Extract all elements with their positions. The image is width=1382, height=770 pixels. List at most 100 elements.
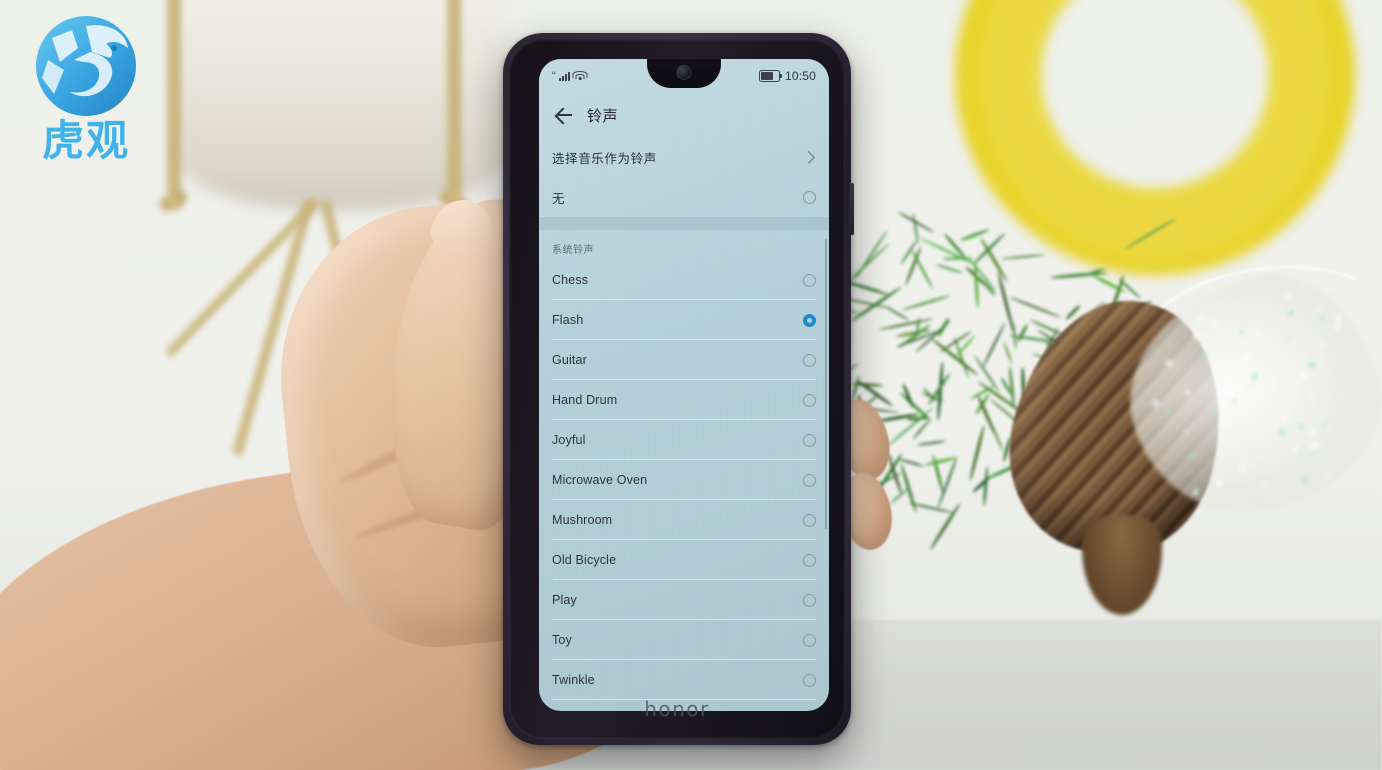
pine-needle xyxy=(1017,325,1028,343)
leaf-sparkle xyxy=(1327,474,1332,479)
leaf-sparkle xyxy=(1299,452,1303,456)
leaf-sparkle xyxy=(1190,453,1196,459)
phone-bezel: “ 10:50 铃声 选择音乐作为铃声 无 系统铃声 Chess Flash G… xyxy=(509,39,845,739)
radio[interactable] xyxy=(803,354,816,367)
power-button[interactable] xyxy=(850,183,854,235)
pine-needle xyxy=(936,264,962,274)
status-quote-glyph: “ xyxy=(552,71,556,82)
ringtone-label: Joyful xyxy=(552,433,803,447)
radio[interactable] xyxy=(803,594,816,607)
radio[interactable] xyxy=(803,674,816,687)
pine-needle xyxy=(1009,296,1061,318)
app-header: 铃声 xyxy=(539,93,829,137)
leaf-sparkle xyxy=(1264,415,1267,418)
radio[interactable] xyxy=(803,274,816,287)
radio[interactable] xyxy=(803,514,816,527)
planter-frame-left xyxy=(168,0,180,210)
ringtone-list[interactable]: 选择音乐作为铃声 无 系统铃声 Chess Flash Guitar Hand Dru… xyxy=(539,137,829,711)
ringtone-label: Play xyxy=(552,593,803,607)
signal-bars-icon xyxy=(559,71,570,81)
ringtone-label: Guitar xyxy=(552,353,803,367)
planter-frame-right xyxy=(448,0,460,210)
leaf-sparkle xyxy=(1339,398,1342,401)
ringtone-row[interactable]: Hand Drum xyxy=(539,380,829,420)
leaf-sparkle xyxy=(1241,459,1244,462)
pine-needle xyxy=(968,425,985,481)
ringtone-row[interactable]: Joyful xyxy=(539,420,829,460)
pine-needle xyxy=(973,232,1006,265)
radio[interactable] xyxy=(803,474,816,487)
leaf-sparkle xyxy=(1219,423,1226,430)
leaf-sparkle xyxy=(1184,430,1187,433)
ringtone-label: Twinkle xyxy=(552,673,803,687)
radio[interactable] xyxy=(803,434,816,447)
leaf-sparkle xyxy=(1151,399,1159,407)
ringtone-label: Old Bicycle xyxy=(552,553,803,567)
leaf-sparkle xyxy=(1310,430,1316,436)
front-camera-notch xyxy=(647,59,721,88)
leaf-sparkle xyxy=(1323,424,1327,428)
leaf-sparkle xyxy=(1210,410,1216,416)
ringtone-row[interactable]: Chess xyxy=(539,260,829,300)
section-header-system-ringtones: 系统铃声 xyxy=(539,230,829,260)
phone-screen: “ 10:50 铃声 选择音乐作为铃声 无 系统铃声 Chess Flash G… xyxy=(539,59,829,711)
pine-needle xyxy=(1002,341,1012,364)
leaf-sparkle xyxy=(1232,399,1237,404)
leaf-sparkle xyxy=(1278,428,1286,436)
leaf-sparkle xyxy=(1312,452,1316,456)
pine-needle xyxy=(917,441,946,447)
leaf-sparkle xyxy=(1188,470,1192,474)
pine-needle xyxy=(960,229,990,243)
chevron-right-icon xyxy=(802,151,815,164)
ringtone-label: Hand Drum xyxy=(552,393,803,407)
ringtone-row[interactable]: Microwave Oven xyxy=(539,460,829,500)
ringtone-label: Flash xyxy=(552,313,803,327)
leaf-sparkle xyxy=(1313,443,1319,449)
pine-needle xyxy=(844,243,889,285)
radio[interactable] xyxy=(803,394,816,407)
ringtone-row[interactable]: Play xyxy=(539,580,829,620)
leaf-sparkle xyxy=(1279,415,1287,423)
ringtone-row[interactable]: Twinkle xyxy=(539,660,829,700)
leaf-sparkle xyxy=(1310,395,1315,400)
ringtone-row[interactable]: Old Bicycle xyxy=(539,540,829,580)
pine-needle xyxy=(983,467,989,507)
watermark-brand-text: 虎观 xyxy=(16,107,156,168)
page-title: 铃声 xyxy=(587,105,618,126)
leaf-sparkle xyxy=(1165,409,1172,416)
radio[interactable] xyxy=(803,554,816,567)
row-divider xyxy=(552,699,816,700)
list-scrollbar[interactable] xyxy=(825,239,827,529)
pine-needle xyxy=(982,322,1006,367)
pick-music-label: 选择音乐作为铃声 xyxy=(552,148,804,167)
ringtone-label: Mushroom xyxy=(552,513,803,527)
ringtone-row[interactable]: Toy xyxy=(539,620,829,660)
radio[interactable] xyxy=(803,634,816,647)
leaf-sparkle xyxy=(1192,490,1198,496)
leaf-sparkle xyxy=(1215,480,1223,488)
status-bar-left: “ xyxy=(552,71,587,82)
leaf-sparkle xyxy=(1294,446,1299,451)
pine-needle xyxy=(972,475,991,493)
none-label: 无 xyxy=(552,188,803,207)
pick-music-row[interactable]: 选择音乐作为铃声 xyxy=(539,137,829,177)
section-gap xyxy=(539,217,829,230)
back-arrow-icon[interactable] xyxy=(553,105,573,125)
ringtone-rows-container[interactable]: Chess Flash Guitar Hand Drum Joyful Microwave… xyxy=(539,260,829,700)
leaf-sparkle xyxy=(1259,457,1263,461)
ringtone-row[interactable]: Flash xyxy=(539,300,829,340)
radio-none[interactable] xyxy=(803,191,816,204)
ringtone-label: Microwave Oven xyxy=(552,473,803,487)
ringtone-row[interactable]: Guitar xyxy=(539,340,829,380)
leaf-sparkle xyxy=(1302,477,1310,485)
ringtone-row[interactable]: Mushroom xyxy=(539,500,829,540)
leaf-sparkle xyxy=(1328,425,1332,429)
ringtone-row-none[interactable]: 无 xyxy=(539,177,829,217)
status-clock: 10:50 xyxy=(785,69,816,83)
ringtone-label: Chess xyxy=(552,273,803,287)
pine-needle xyxy=(902,295,950,311)
pine-needle xyxy=(911,248,935,290)
channel-watermark: 虎观 xyxy=(16,8,156,168)
leaf-sparkle xyxy=(1297,423,1304,430)
radio-selected[interactable] xyxy=(803,314,816,327)
